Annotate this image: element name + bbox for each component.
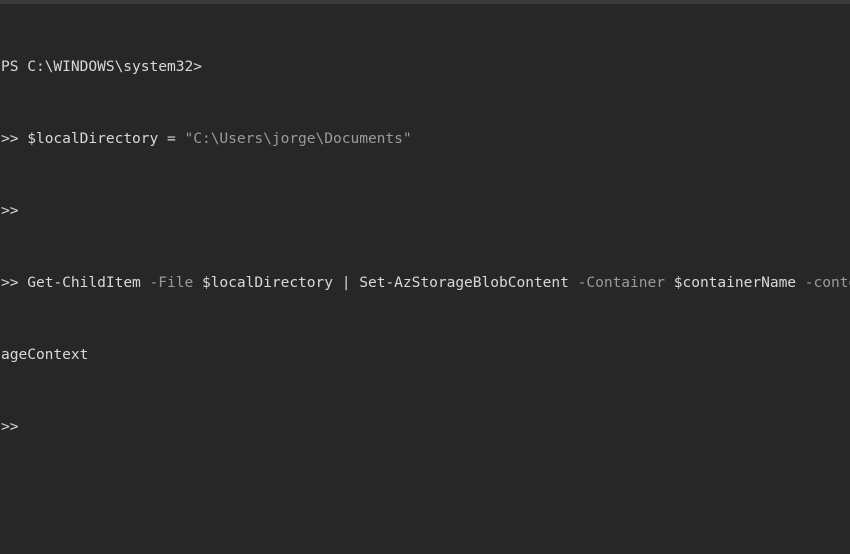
console-output-buffer[interactable]: PS C:\WINDOWS\system32> >> $localDirecto… [0, 4, 850, 554]
continuation-prompt: >> [1, 202, 19, 219]
parameter-file: -File [149, 274, 202, 291]
variable-localdirectory: $localDirectory [27, 130, 167, 147]
variable-storagecontext-part2: ageContext [1, 346, 89, 363]
command-line-pipeline: >> Get-ChildItem -File $localDirectory |… [0, 274, 850, 292]
powershell-console-window[interactable]: PS C:\WINDOWS\system32> >> $localDirecto… [0, 0, 850, 554]
parameter-container: -Container [577, 274, 674, 291]
continuation-line-empty-2: >> [0, 418, 850, 436]
variable-localdirectory: $localDirectory [201, 274, 342, 291]
prompt-line-1: PS C:\WINDOWS\system32> [0, 58, 850, 76]
pipe-operator: | [341, 274, 360, 291]
cmdlet-set-azstorageblobcontent: Set-AzStorageBlobContent [359, 274, 578, 291]
continuation-prompt: >> [1, 418, 19, 435]
continuation-line-empty-1: >> [0, 202, 850, 220]
operator-equals: = [167, 130, 185, 147]
parameter-context: -context [804, 274, 850, 291]
continuation-prompt: >> [1, 130, 28, 147]
prompt-text: PS C:\WINDOWS\system32> [1, 58, 202, 75]
cmdlet-get-childitem: Get-ChildItem [27, 274, 150, 291]
string-literal-path: "C:\Users\jorge\Documents" [184, 130, 412, 147]
variable-containername: $containerName [673, 274, 805, 291]
command-line-assignment: >> $localDirectory = "C:\Users\jorge\Doc… [0, 130, 850, 148]
continuation-prompt: >> [1, 274, 28, 291]
command-line-wrapped: ageContext [0, 346, 850, 364]
